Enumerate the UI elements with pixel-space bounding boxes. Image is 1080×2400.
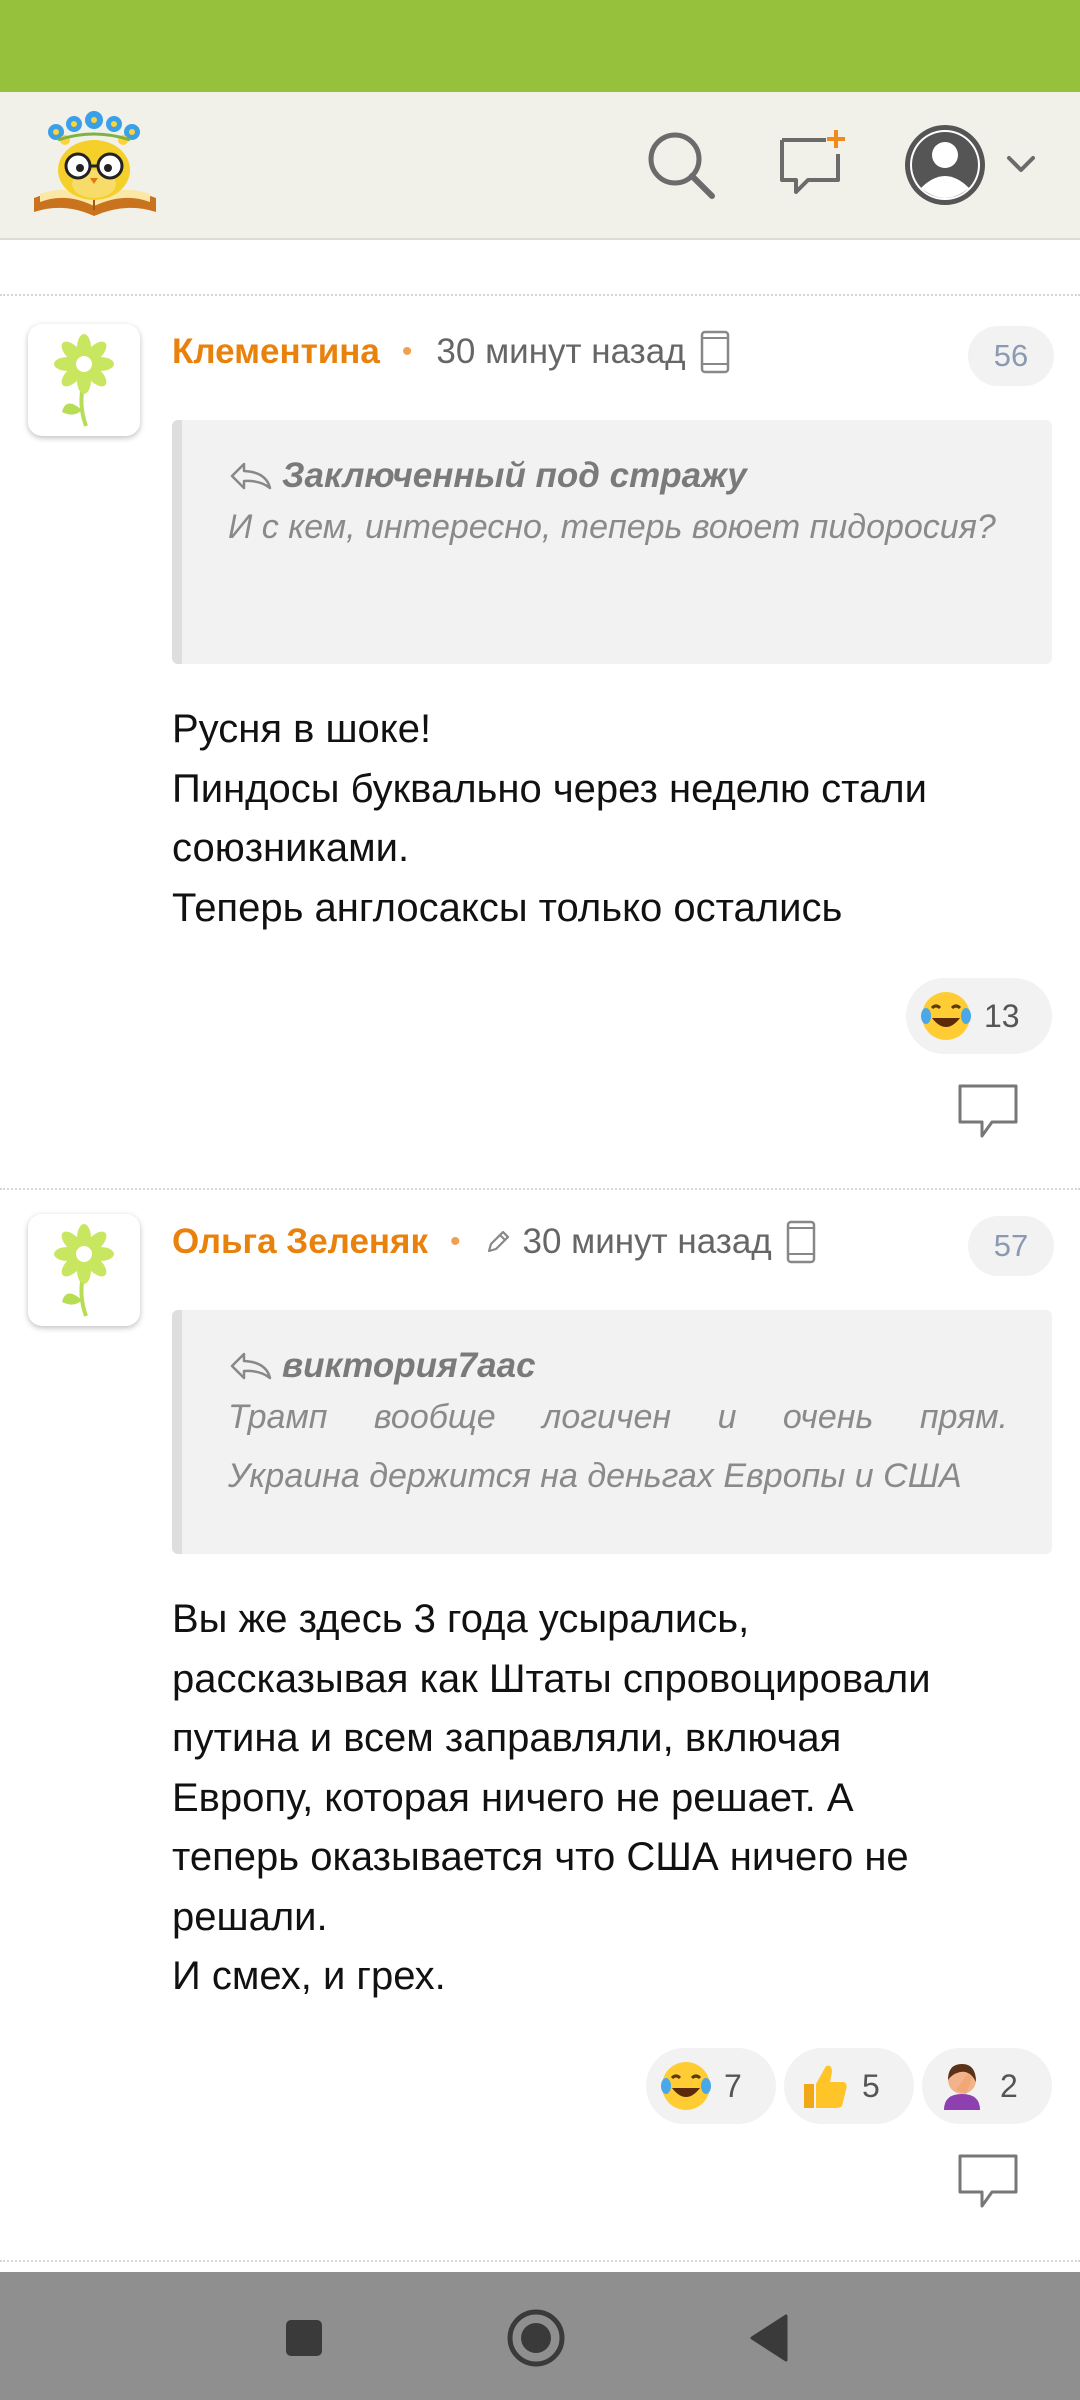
quote-header: Заключенный под стражу bbox=[228, 454, 1008, 498]
quote-text: И с кем, интересно, теперь воюет пидорос… bbox=[228, 508, 996, 546]
quote-header: виктория7аас bbox=[228, 1344, 1008, 1388]
recents-button[interactable] bbox=[264, 2298, 344, 2378]
quoted-comment[interactable]: Заключенный под стражу И с кем, интересн… bbox=[172, 420, 1052, 664]
reaction-count: 5 bbox=[862, 2067, 880, 2104]
comment-body: Русня в шоке! Пиндосы буквально через не… bbox=[172, 700, 1052, 938]
search-button[interactable] bbox=[636, 120, 726, 210]
divider bbox=[0, 2260, 1080, 2262]
speech-bubble-icon bbox=[958, 2154, 1018, 2208]
quoted-comment[interactable]: виктория7аас Трамп вообще логичен и очен… bbox=[172, 1310, 1052, 1554]
comment-time: 30 минут назад bbox=[436, 332, 686, 371]
reaction-count: 13 bbox=[984, 997, 1020, 1034]
reply-button[interactable] bbox=[956, 2152, 1020, 2212]
flower-avatar-icon bbox=[54, 1224, 114, 1317]
triangle-back-icon bbox=[750, 2314, 788, 2362]
comment-meta: Клементина • 30 минут назад bbox=[172, 324, 730, 380]
comment-line: союзниками. bbox=[172, 826, 410, 870]
quote-author: Заключенный под стражу bbox=[282, 456, 747, 495]
facepalm-emoji bbox=[936, 2060, 988, 2112]
laughing-tears-emoji bbox=[920, 990, 972, 1042]
search-icon bbox=[648, 132, 715, 199]
divider bbox=[0, 1188, 1080, 1190]
meta-dot: • bbox=[401, 335, 413, 368]
owl-logo-icon bbox=[34, 111, 156, 216]
comment-line: И смех, и грех. bbox=[172, 1954, 446, 1998]
quote-text: Украина держится на деньгах Европы и США bbox=[228, 1457, 962, 1495]
status-bar bbox=[0, 0, 1080, 92]
comment-line: Русня в шоке! bbox=[172, 707, 432, 751]
comment-line: путина и всем заправляли, включая bbox=[172, 1716, 842, 1760]
comment-time: 30 минут назад bbox=[522, 1222, 772, 1261]
comment-number[interactable]: 57 bbox=[968, 1216, 1054, 1276]
reaction-laugh[interactable]: 7 bbox=[646, 2048, 776, 2124]
comment-meta: Ольга Зеленяк • 30 минут назад bbox=[172, 1214, 816, 1270]
reply-arrow-icon bbox=[230, 462, 272, 490]
quote-author: виктория7аас bbox=[282, 1346, 536, 1385]
profile-menu-button[interactable] bbox=[896, 120, 1056, 210]
reaction-facepalm[interactable]: 2 bbox=[922, 2048, 1052, 2124]
author-name[interactable]: Ольга Зеленяк bbox=[172, 1222, 428, 1262]
back-button[interactable] bbox=[730, 2298, 810, 2378]
home-button[interactable] bbox=[496, 2298, 576, 2378]
user-avatar-icon bbox=[905, 125, 1035, 205]
avatar[interactable] bbox=[28, 1214, 140, 1326]
mobile-device-icon bbox=[786, 1220, 816, 1264]
comment-line: рассказывая как Штаты спровоцировали bbox=[172, 1656, 931, 1701]
square-recents-icon bbox=[286, 2320, 322, 2356]
reply-button[interactable] bbox=[956, 1082, 1020, 1142]
reaction-laugh[interactable]: 13 bbox=[906, 978, 1052, 1054]
app-header bbox=[0, 92, 1080, 240]
mobile-device-icon bbox=[700, 330, 730, 374]
reply-arrow-icon bbox=[230, 1352, 272, 1380]
edited-pencil-icon bbox=[485, 1229, 511, 1255]
flower-avatar-icon bbox=[54, 334, 114, 427]
quote-text: Трамп вообще логичен и очень прям. bbox=[228, 1398, 1008, 1436]
circle-home-icon bbox=[507, 2309, 565, 2367]
comment-body: Вы же здесь 3 года усырались, рассказыва… bbox=[172, 1590, 1052, 2007]
chevron-down-icon bbox=[1007, 156, 1035, 172]
comment-line: Вы же здесь 3 года усырались, bbox=[172, 1597, 750, 1641]
site-logo[interactable] bbox=[30, 106, 160, 224]
comment-line: решали. bbox=[172, 1894, 328, 1939]
new-message-button[interactable] bbox=[768, 120, 858, 210]
comment-line: Теперь англосаксы только остались bbox=[172, 885, 843, 930]
laughing-tears-emoji bbox=[660, 2060, 712, 2112]
divider bbox=[0, 294, 1080, 296]
thumbs-up-emoji bbox=[798, 2060, 850, 2112]
reaction-count: 7 bbox=[724, 2067, 742, 2104]
comment-number[interactable]: 56 bbox=[968, 326, 1054, 386]
meta-dot: • bbox=[450, 1225, 461, 1258]
avatar[interactable] bbox=[28, 324, 140, 436]
author-name[interactable]: Клементина bbox=[172, 332, 380, 372]
comment-line: теперь оказывается что США ничего не bbox=[172, 1835, 909, 1879]
reaction-thumbs-up[interactable]: 5 bbox=[784, 2048, 914, 2124]
comment-line: Европу, которая ничего не решает. А bbox=[172, 1775, 854, 1820]
reaction-count: 2 bbox=[1000, 2067, 1018, 2104]
system-navigation-bar bbox=[0, 2272, 1080, 2400]
new-message-icon bbox=[780, 130, 845, 194]
speech-bubble-icon bbox=[958, 1084, 1018, 1138]
comment-line: Пиндосы буквально через неделю стали bbox=[172, 766, 927, 811]
